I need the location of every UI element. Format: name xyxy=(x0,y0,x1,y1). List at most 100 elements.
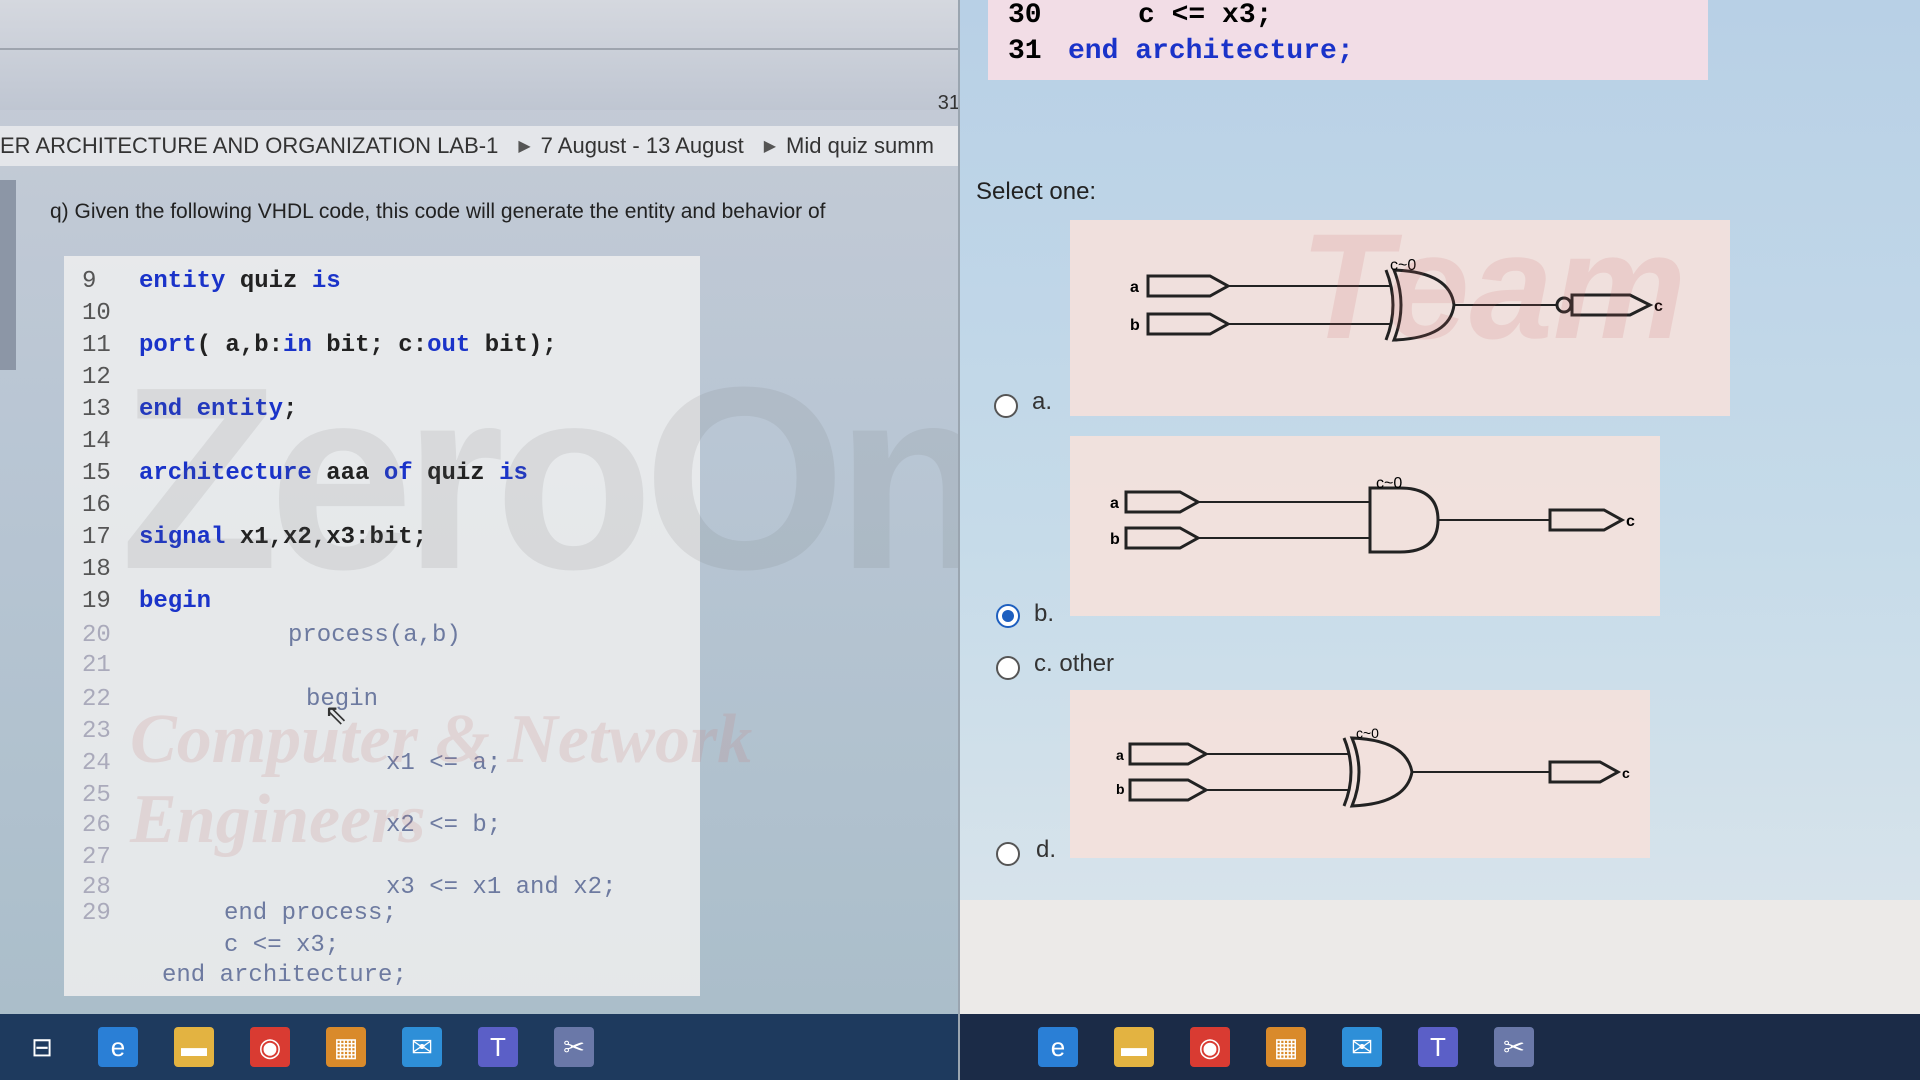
xor-inverted-gate-diagram: a b c~0 c xyxy=(1130,257,1663,342)
option-a-image[interactable]: a b c~0 c xyxy=(1070,220,1730,416)
option-d-label[interactable]: d. xyxy=(1036,836,1056,864)
line-number: 13 xyxy=(82,396,111,423)
input-a-label: a xyxy=(1110,495,1119,512)
line-number: 15 xyxy=(82,460,111,487)
chrome-icon[interactable]: ◉ xyxy=(1190,1027,1230,1067)
teams-icon[interactable]: T xyxy=(478,1027,518,1067)
and-gate-diagram: a b c~0 c xyxy=(1110,475,1635,554)
breadcrumb: ER ARCHITECTURE AND ORGANIZATION LAB-1 ▶… xyxy=(0,126,960,166)
select-one-label: Select one: xyxy=(976,178,1097,205)
gate-label: c~0 xyxy=(1356,725,1379,741)
task-view-icon[interactable]: ⊟ xyxy=(22,1027,62,1067)
code-text: x2 <= b; xyxy=(386,812,502,839)
code-text: signal x1,x2,x3:bit; xyxy=(139,524,428,551)
line-number: 20 xyxy=(82,622,111,649)
line-number: 12 xyxy=(82,364,111,391)
vhdl-code-block: 9 entity quiz is 10 11 port( a,b:in bit; c:o… xyxy=(64,256,700,996)
option-a-radio[interactable] xyxy=(994,394,1018,418)
code-text: x3 <= x1 and x2; xyxy=(386,874,617,901)
line-number: 9 xyxy=(82,268,97,295)
breadcrumb-course[interactable]: ER ARCHITECTURE AND ORGANIZATION LAB-1 xyxy=(0,133,498,159)
question-text: q) Given the following VHDL code, this c… xyxy=(50,200,826,223)
option-b-image[interactable]: a b c~0 c xyxy=(1070,436,1660,616)
line-number: 21 xyxy=(82,652,111,679)
input-b-label: b xyxy=(1110,531,1120,548)
vhdl-code-continuation: 30 c <= x3; 31 end architecture; xyxy=(988,0,1708,80)
line-number: 29 xyxy=(82,900,111,927)
line-number: 28 xyxy=(82,874,111,901)
line-number: 22 xyxy=(82,686,111,713)
code-text: entity quiz is xyxy=(139,268,341,295)
code-text: end process; xyxy=(224,900,397,927)
snipping-tool-icon[interactable]: ✂ xyxy=(554,1027,594,1067)
input-a-label: a xyxy=(1130,279,1139,296)
line-number: 24 xyxy=(82,750,111,777)
gate-label: c~0 xyxy=(1390,257,1416,274)
code-text: x1 <= a; xyxy=(386,750,502,777)
code-text: architecture aaa of quiz is xyxy=(139,460,528,487)
snipping-tool-icon[interactable]: ✂ xyxy=(1494,1027,1534,1067)
gate-label: c~0 xyxy=(1376,475,1402,492)
code-text: c <= x3; xyxy=(1138,0,1273,31)
input-b-label: b xyxy=(1130,317,1140,334)
option-b-radio[interactable] xyxy=(996,604,1020,628)
option-d-image[interactable]: a b c~0 c xyxy=(1070,690,1650,858)
taskbar-right: e ▬ ◉ ▦ ✉ T ✂ xyxy=(960,1014,1920,1080)
line-number: 23 xyxy=(82,718,111,745)
input-b-label: b xyxy=(1116,781,1125,797)
option-c-label[interactable]: c. other xyxy=(1034,650,1114,678)
output-c-label: c xyxy=(1654,298,1663,315)
line-number: 30 xyxy=(1008,0,1042,31)
mail-icon[interactable]: ✉ xyxy=(1342,1027,1382,1067)
browser-top-bar: 31 xyxy=(0,0,960,114)
breadcrumb-arrow-icon: ▶ xyxy=(518,138,531,155)
top-divider xyxy=(0,48,960,50)
line-number: 19 xyxy=(82,588,111,615)
quiz-nav-strip[interactable] xyxy=(0,180,16,370)
option-d-radio[interactable] xyxy=(996,842,1020,866)
store-icon[interactable]: ▦ xyxy=(1266,1027,1306,1067)
input-a-label: a xyxy=(1116,747,1124,763)
option-b-label[interactable]: b. xyxy=(1034,600,1054,628)
line-number: 16 xyxy=(82,492,111,519)
mail-icon[interactable]: ✉ xyxy=(402,1027,442,1067)
line-number: 31 xyxy=(1008,36,1042,67)
output-c-label: c xyxy=(1626,513,1635,530)
code-text: process(a,b) xyxy=(288,622,461,649)
breadcrumb-quiz[interactable]: Mid quiz summ xyxy=(786,133,934,159)
breadcrumb-arrow-icon: ▶ xyxy=(763,138,777,155)
mouse-cursor-icon: ⇖ xyxy=(324,699,348,730)
code-text: begin xyxy=(139,588,212,615)
option-c-text: other xyxy=(1059,650,1115,677)
line-number: 10 xyxy=(82,300,111,327)
line-number: 26 xyxy=(82,812,111,839)
file-explorer-icon[interactable]: ▬ xyxy=(1114,1027,1154,1067)
xor-gate-diagram: a b c~0 c xyxy=(1116,725,1630,808)
teams-icon[interactable]: T xyxy=(1418,1027,1458,1067)
file-explorer-icon[interactable]: ▬ xyxy=(174,1027,214,1067)
option-c-radio[interactable] xyxy=(996,656,1020,680)
output-c-label: c xyxy=(1622,765,1630,781)
line-number: 14 xyxy=(82,428,111,455)
page-bottom-area xyxy=(960,900,1920,1014)
code-text: end entity; xyxy=(139,396,298,423)
breadcrumb-week[interactable]: 7 August - 13 August xyxy=(541,133,744,159)
chrome-icon[interactable]: ◉ xyxy=(250,1027,290,1067)
page-number: 31 xyxy=(937,92,960,114)
code-text: c <= x3; xyxy=(224,932,340,959)
left-photo-panel: 31 ER ARCHITECTURE AND ORGANIZATION LAB-… xyxy=(0,0,960,1080)
option-c-letter: c. xyxy=(1034,650,1053,677)
code-text: end architecture; xyxy=(1068,36,1354,67)
line-number: 17 xyxy=(82,524,111,551)
code-text: end architecture; xyxy=(162,962,407,989)
store-icon[interactable]: ▦ xyxy=(326,1027,366,1067)
line-number: 27 xyxy=(82,844,111,871)
line-number: 18 xyxy=(82,556,111,583)
right-photo-panel: 30 c <= x3; 31 end architecture; Select … xyxy=(960,0,1920,1080)
line-number: 11 xyxy=(82,332,111,359)
edge-icon[interactable]: e xyxy=(98,1027,138,1067)
taskbar-left: ⊟ e ▬ ◉ ▦ ✉ T ✂ xyxy=(0,1014,960,1080)
code-text: port( a,b:in bit; c:out bit); xyxy=(139,332,557,359)
edge-icon[interactable]: e xyxy=(1038,1027,1078,1067)
option-a-label[interactable]: a. xyxy=(1032,388,1052,416)
